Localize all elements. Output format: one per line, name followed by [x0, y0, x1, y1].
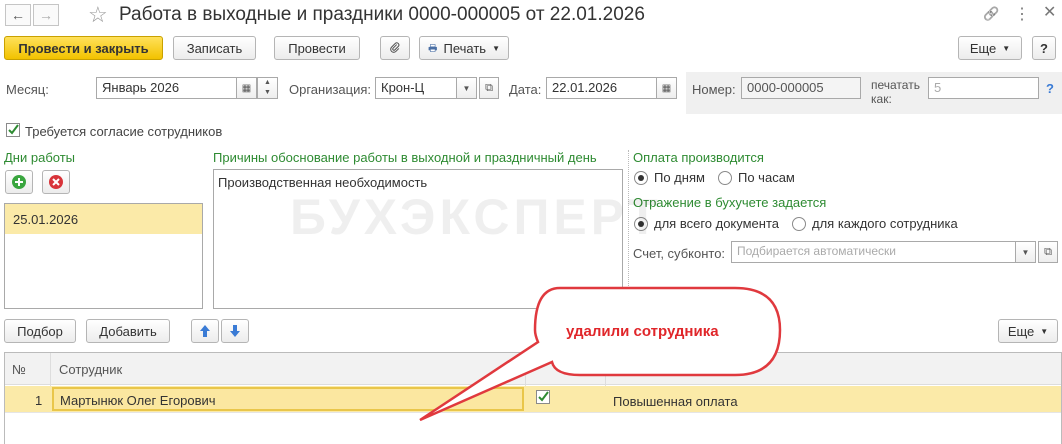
print-as-field[interactable]: 5 — [928, 77, 1039, 99]
link-icon[interactable]: 🔗 — [983, 6, 999, 22]
chevron-down-icon: ▼ — [1040, 326, 1049, 336]
arrow-up-icon — [200, 325, 210, 337]
document-title: Работа в выходные и праздники 0000-00000… — [119, 4, 645, 25]
watermark-text: БУХЭКСПЕРТ — [290, 189, 662, 245]
callout-bubble — [419, 286, 782, 422]
month-spinner[interactable]: ▲ ▼ — [257, 77, 278, 99]
checkmark-icon — [8, 124, 19, 135]
pick-button[interactable]: Подбор — [4, 319, 76, 343]
month-label: Месяц: — [6, 82, 49, 97]
move-down-button[interactable] — [221, 319, 249, 343]
row-number: 1 — [35, 393, 43, 408]
account-open-button[interactable]: ⧉ — [1038, 241, 1058, 263]
title-bar: ← → ☆ Работа в выходные и праздники 0000… — [0, 0, 1062, 30]
calendar-icon: ▦ — [241, 82, 252, 94]
more-label: Еще — [969, 40, 997, 56]
print-label: Печать — [443, 40, 487, 56]
employee-name: Мартынюк Олег Егорович — [60, 393, 216, 408]
post-and-close-button[interactable]: Провести и закрыть — [4, 36, 163, 60]
date-field[interactable]: 22.01.2026 — [546, 77, 657, 99]
payment-by-days-radio[interactable] — [634, 171, 648, 185]
menu-icon[interactable]: ⋮ — [1014, 4, 1030, 24]
close-icon[interactable]: ✕ — [1043, 2, 1056, 22]
account-dropdown[interactable]: ▼ — [1016, 241, 1036, 263]
attach-button[interactable] — [380, 36, 410, 60]
account-label: Счет, субконто: — [633, 246, 726, 261]
delete-icon — [49, 175, 63, 189]
print-as-help-icon[interactable]: ? — [1046, 81, 1054, 96]
chevron-down-icon: ▼ — [1021, 247, 1030, 257]
work-days-title: Дни работы — [4, 150, 76, 165]
date-label: Дата: — [509, 82, 542, 97]
organization-dropdown[interactable]: ▼ — [457, 77, 477, 99]
accounting-title: Отражение в бухучете задается — [633, 195, 827, 210]
print-as-label: печатать как: — [871, 78, 920, 106]
consent-checkbox[interactable] — [6, 123, 20, 137]
number-label: Номер: — [692, 82, 736, 97]
open-icon: ⧉ — [1044, 246, 1052, 258]
arrow-right-icon: → — [39, 7, 53, 23]
accounting-employee-radio[interactable] — [792, 217, 806, 231]
more-button[interactable]: Еще ▼ — [958, 36, 1022, 60]
reasons-title: Причины обоснование работы в выходной и … — [213, 150, 597, 165]
help-button[interactable]: ? — [1032, 36, 1056, 60]
write-button[interactable]: Записать — [173, 36, 256, 60]
number-field[interactable]: 0000-000005 — [741, 77, 861, 99]
chevron-down-icon: ▼ — [462, 83, 471, 93]
payment-by-hours-label: По часам — [738, 170, 795, 185]
chevron-down-icon: ▼ — [492, 43, 500, 53]
column-employee-header: Сотрудник — [59, 362, 123, 377]
add-button[interactable]: Добавить — [86, 319, 170, 343]
plus-icon — [12, 175, 26, 189]
forward-button[interactable]: → — [33, 4, 59, 26]
printer-icon — [428, 44, 437, 52]
payment-by-hours-radio[interactable] — [718, 171, 732, 185]
move-up-button[interactable] — [191, 319, 219, 343]
column-number-header: № — [12, 362, 26, 377]
payment-by-days-label: По дням — [654, 170, 705, 185]
calendar-button[interactable]: ▦ — [237, 77, 257, 99]
payment-title: Оплата производится — [633, 150, 764, 165]
table-more-label: Еще — [1007, 323, 1035, 339]
post-button[interactable]: Провести — [274, 36, 360, 60]
account-field[interactable]: Подбирается автоматически — [731, 241, 1016, 263]
remove-day-button[interactable] — [42, 170, 70, 194]
consent-label: Требуется согласие сотрудников — [25, 124, 223, 139]
list-item[interactable]: 25.01.2026 — [5, 204, 202, 234]
organization-label: Организация: — [289, 82, 372, 97]
accounting-document-label: для всего документа — [654, 216, 779, 231]
arrow-left-icon: ← — [11, 7, 25, 23]
organization-open-button[interactable]: ⧉ — [479, 77, 499, 99]
back-button[interactable]: ← — [5, 4, 31, 26]
add-day-button[interactable] — [5, 170, 33, 194]
arrow-down-icon — [230, 325, 240, 337]
open-icon: ⧉ — [485, 82, 493, 94]
table-more-button[interactable]: Еще ▼ — [998, 319, 1058, 343]
month-field[interactable]: Январь 2026 — [96, 77, 237, 99]
callout-text: удалили сотрудника — [566, 323, 719, 340]
date-calendar-button[interactable]: ▦ — [657, 77, 677, 99]
print-button[interactable]: Печать ▼ — [419, 36, 509, 60]
work-day-date: 25.01.2026 — [13, 212, 79, 227]
favorite-star-icon[interactable]: ☆ — [88, 2, 108, 28]
accounting-employee-label: для каждого сотрудника — [812, 216, 958, 231]
paperclip-icon — [390, 42, 400, 53]
chevron-down-icon: ▼ — [1002, 43, 1011, 53]
organization-field[interactable]: Крон-Ц — [375, 77, 457, 99]
calendar-icon: ▦ — [661, 82, 672, 94]
